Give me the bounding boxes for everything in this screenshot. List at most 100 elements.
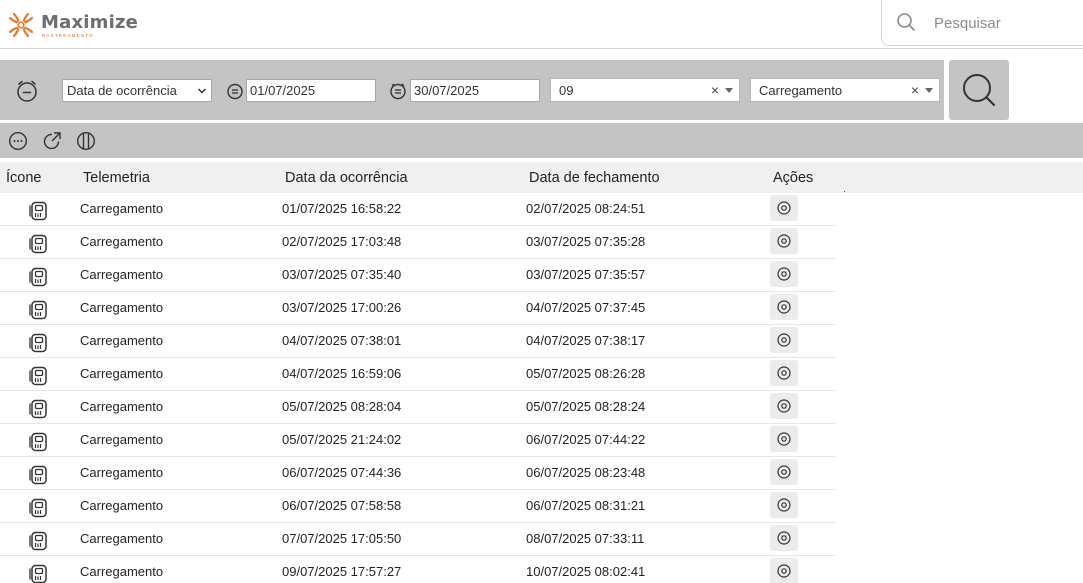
view-details-button[interactable] <box>770 525 798 551</box>
occurrence-date-cell: 04/07/2025 07:38:01 <box>282 333 402 348</box>
view-details-button[interactable] <box>770 195 798 221</box>
occurrence-date-cell: 09/07/2025 17:57:27 <box>282 564 402 579</box>
more-options-button[interactable] <box>7 130 29 152</box>
eye-icon <box>777 531 791 545</box>
charging-station-icon <box>28 332 50 359</box>
telemetry-type-dropdown-arrow-icon[interactable] <box>925 88 933 93</box>
closing-date-cell: 02/07/2025 08:24:51 <box>526 201 646 216</box>
table-row[interactable]: Carregamento 06/07/2025 07:44:36 06/07/202… <box>0 457 836 490</box>
eye-icon <box>777 234 791 248</box>
closing-date-cell: 03/07/2025 07:35:57 <box>526 267 646 282</box>
table-row[interactable]: Carregamento 02/07/2025 17:03:48 03/07/202… <box>0 226 836 259</box>
view-details-button[interactable] <box>770 426 798 452</box>
charging-station-icon <box>28 299 50 326</box>
closing-date-cell: 04/07/2025 07:37:45 <box>526 300 646 315</box>
charging-station-icon <box>28 233 50 260</box>
vehicle-clear-icon[interactable]: × <box>711 82 719 98</box>
date-type-selected: Data de ocorrência <box>67 83 177 98</box>
table-row[interactable]: Carregamento 03/07/2025 17:00:26 04/07/202… <box>0 292 836 325</box>
eye-icon <box>777 432 791 446</box>
table-row[interactable]: Carregamento 06/07/2025 07:58:58 06/07/202… <box>0 490 836 523</box>
maximize-logo[interactable]: Maximize RASTREAMENTO <box>6 10 138 44</box>
telemetry-cell: Carregamento <box>80 234 164 249</box>
closing-date-cell: 03/07/2025 07:35:28 <box>526 234 646 249</box>
eye-icon <box>777 564 791 578</box>
telemetry-cell: Carregamento <box>80 267 164 282</box>
occurrence-date-cell: 01/07/2025 16:58:22 <box>282 201 402 216</box>
view-details-button[interactable] <box>770 492 798 518</box>
table-row[interactable]: Carregamento 05/07/2025 21:24:02 06/07/202… <box>0 424 836 457</box>
charging-station-icon <box>28 497 50 524</box>
table-row[interactable]: Carregamento 07/07/2025 17:05:50 08/07/202… <box>0 523 836 556</box>
closing-date-cell: 05/07/2025 08:26:28 <box>526 366 646 381</box>
telemetry-cell: Carregamento <box>80 432 164 447</box>
column-header-occurrence-date[interactable]: Data da ocorrência <box>285 170 408 186</box>
chevron-down-icon <box>197 88 207 94</box>
occurrence-date-cell: 07/07/2025 17:05:50 <box>282 531 402 546</box>
view-details-button[interactable] <box>770 558 798 583</box>
view-details-button[interactable] <box>770 228 798 254</box>
export-icon <box>43 132 61 150</box>
telemetry-type-combobox[interactable]: Carregamento × <box>750 78 940 102</box>
table-row[interactable]: Carregamento 04/07/2025 07:38:01 04/07/202… <box>0 325 836 358</box>
telemetry-cell: Carregamento <box>80 300 164 315</box>
vehicle-combobox[interactable]: 09 × <box>550 78 740 102</box>
column-header-telemetry[interactable]: Telemetria <box>83 170 150 186</box>
export-button[interactable] <box>41 130 63 152</box>
table-row[interactable]: Carregamento 03/07/2025 07:35:40 03/07/202… <box>0 259 836 292</box>
search-icon <box>963 74 996 107</box>
logo-text: Maximize RASTREAMENTO <box>41 12 139 39</box>
columns-button[interactable] <box>75 130 97 152</box>
vehicle-dropdown-arrow-icon[interactable] <box>725 88 733 93</box>
date-type-select[interactable]: Data de ocorrência <box>62 79 212 102</box>
brand-subtitle: RASTREAMENTO <box>42 33 94 38</box>
charging-station-icon <box>28 563 50 583</box>
telemetry-cell: Carregamento <box>80 531 164 546</box>
column-header-closing-date[interactable]: Data de fechamento <box>529 170 660 186</box>
charging-station-icon <box>28 530 50 557</box>
table-row[interactable]: Carregamento 04/07/2025 16:59:06 05/07/202… <box>0 358 836 391</box>
charging-station-icon <box>28 398 50 425</box>
eye-icon <box>777 366 791 380</box>
closing-date-cell: 06/07/2025 07:44:22 <box>526 432 646 447</box>
closing-date-cell: 10/07/2025 08:02:41 <box>526 564 646 579</box>
telemetry-type-clear-icon[interactable]: × <box>911 82 919 98</box>
charging-station-icon <box>28 266 50 293</box>
alarm-clock-icon[interactable] <box>14 78 40 104</box>
search-icon <box>897 13 915 31</box>
view-details-button[interactable] <box>770 393 798 419</box>
column-header-actions[interactable]: Ações <box>773 170 813 186</box>
start-date-input[interactable]: 01/07/2025 <box>246 79 376 102</box>
telemetry-cell: Carregamento <box>80 366 164 381</box>
eye-icon <box>777 201 791 215</box>
view-details-button[interactable] <box>770 360 798 386</box>
occurrence-date-cell: 06/07/2025 07:58:58 <box>282 498 402 513</box>
table-row[interactable]: Carregamento 01/07/2025 16:58:22 02/07/202… <box>0 193 836 226</box>
table-row[interactable]: Carregamento 05/07/2025 08:28:04 05/07/202… <box>0 391 836 424</box>
closing-date-cell: 04/07/2025 07:38:17 <box>526 333 646 348</box>
global-search[interactable] <box>881 0 1083 46</box>
column-header-icon[interactable]: Ícone <box>6 170 41 186</box>
brand-name: Maximize <box>41 12 139 33</box>
telemetry-type-value: Carregamento <box>759 82 843 98</box>
view-details-button[interactable] <box>770 294 798 320</box>
telemetry-cell: Carregamento <box>80 498 164 513</box>
search-button[interactable] <box>949 60 1009 120</box>
more-icon <box>8 131 28 151</box>
occurrence-date-cell: 04/07/2025 16:59:06 <box>282 366 402 381</box>
occurrence-date-cell: 05/07/2025 08:28:04 <box>282 399 402 414</box>
start-date-clock-icon[interactable] <box>226 82 244 100</box>
occurrence-date-cell: 05/07/2025 21:24:02 <box>282 432 402 447</box>
view-details-button[interactable] <box>770 261 798 287</box>
table-row[interactable]: Carregamento 09/07/2025 17:57:27 10/07/202… <box>0 556 836 583</box>
search-input[interactable] <box>934 12 1074 34</box>
end-date-clock-icon[interactable] <box>389 82 407 100</box>
closing-date-cell: 05/07/2025 08:28:24 <box>526 399 646 414</box>
columns-icon <box>76 131 96 151</box>
end-date-input[interactable]: 30/07/2025 <box>410 79 540 102</box>
app-header: Maximize RASTREAMENTO <box>0 0 1083 49</box>
occurrence-date-cell: 02/07/2025 17:03:48 <box>282 234 402 249</box>
maximize-logo-icon <box>8 12 34 38</box>
view-details-button[interactable] <box>770 327 798 353</box>
view-details-button[interactable] <box>770 459 798 485</box>
